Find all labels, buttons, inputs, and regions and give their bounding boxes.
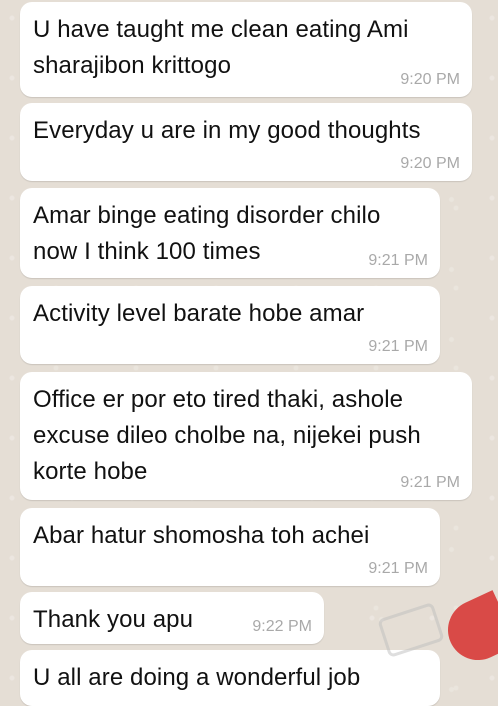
message-text: Activity level barate hobe amar — [33, 300, 365, 327]
message-time: 9:21 PM — [400, 474, 460, 491]
message-bubble[interactable]: Everyday u are in my good thoughts 9:20 … — [20, 103, 472, 181]
message-text: U all are doing a wonderful job — [33, 664, 361, 691]
message-bubble[interactable]: Abar hatur shomosha toh achei 9:21 PM — [20, 508, 440, 586]
message-time: 9:20 PM — [400, 71, 460, 88]
message-text: Office er por eto tired thaki, ashole ex… — [33, 386, 421, 485]
message-text: U have taught me clean eating Ami sharaj… — [33, 16, 409, 79]
message-bubble[interactable]: Thank you apu 9:22 PM — [20, 592, 324, 644]
message-time: 9:21 PM — [368, 338, 428, 355]
message-bubble[interactable]: Office er por eto tired thaki, ashole ex… — [20, 372, 472, 500]
message-bubble[interactable]: Amar binge eating disorder chilo now I t… — [20, 188, 440, 278]
message-bubble[interactable]: U all are doing a wonderful job — [20, 650, 440, 706]
message-text: Abar hatur shomosha toh achei — [33, 522, 370, 549]
message-bubble[interactable]: U have taught me clean eating Ami sharaj… — [20, 2, 472, 97]
message-bubble[interactable]: Activity level barate hobe amar 9:21 PM — [20, 286, 440, 364]
message-time: 9:21 PM — [368, 252, 428, 269]
message-time: 9:22 PM — [252, 618, 312, 635]
message-time: 9:20 PM — [400, 155, 460, 172]
message-time: 9:21 PM — [368, 560, 428, 577]
message-text: Everyday u are in my good thoughts — [33, 117, 421, 144]
